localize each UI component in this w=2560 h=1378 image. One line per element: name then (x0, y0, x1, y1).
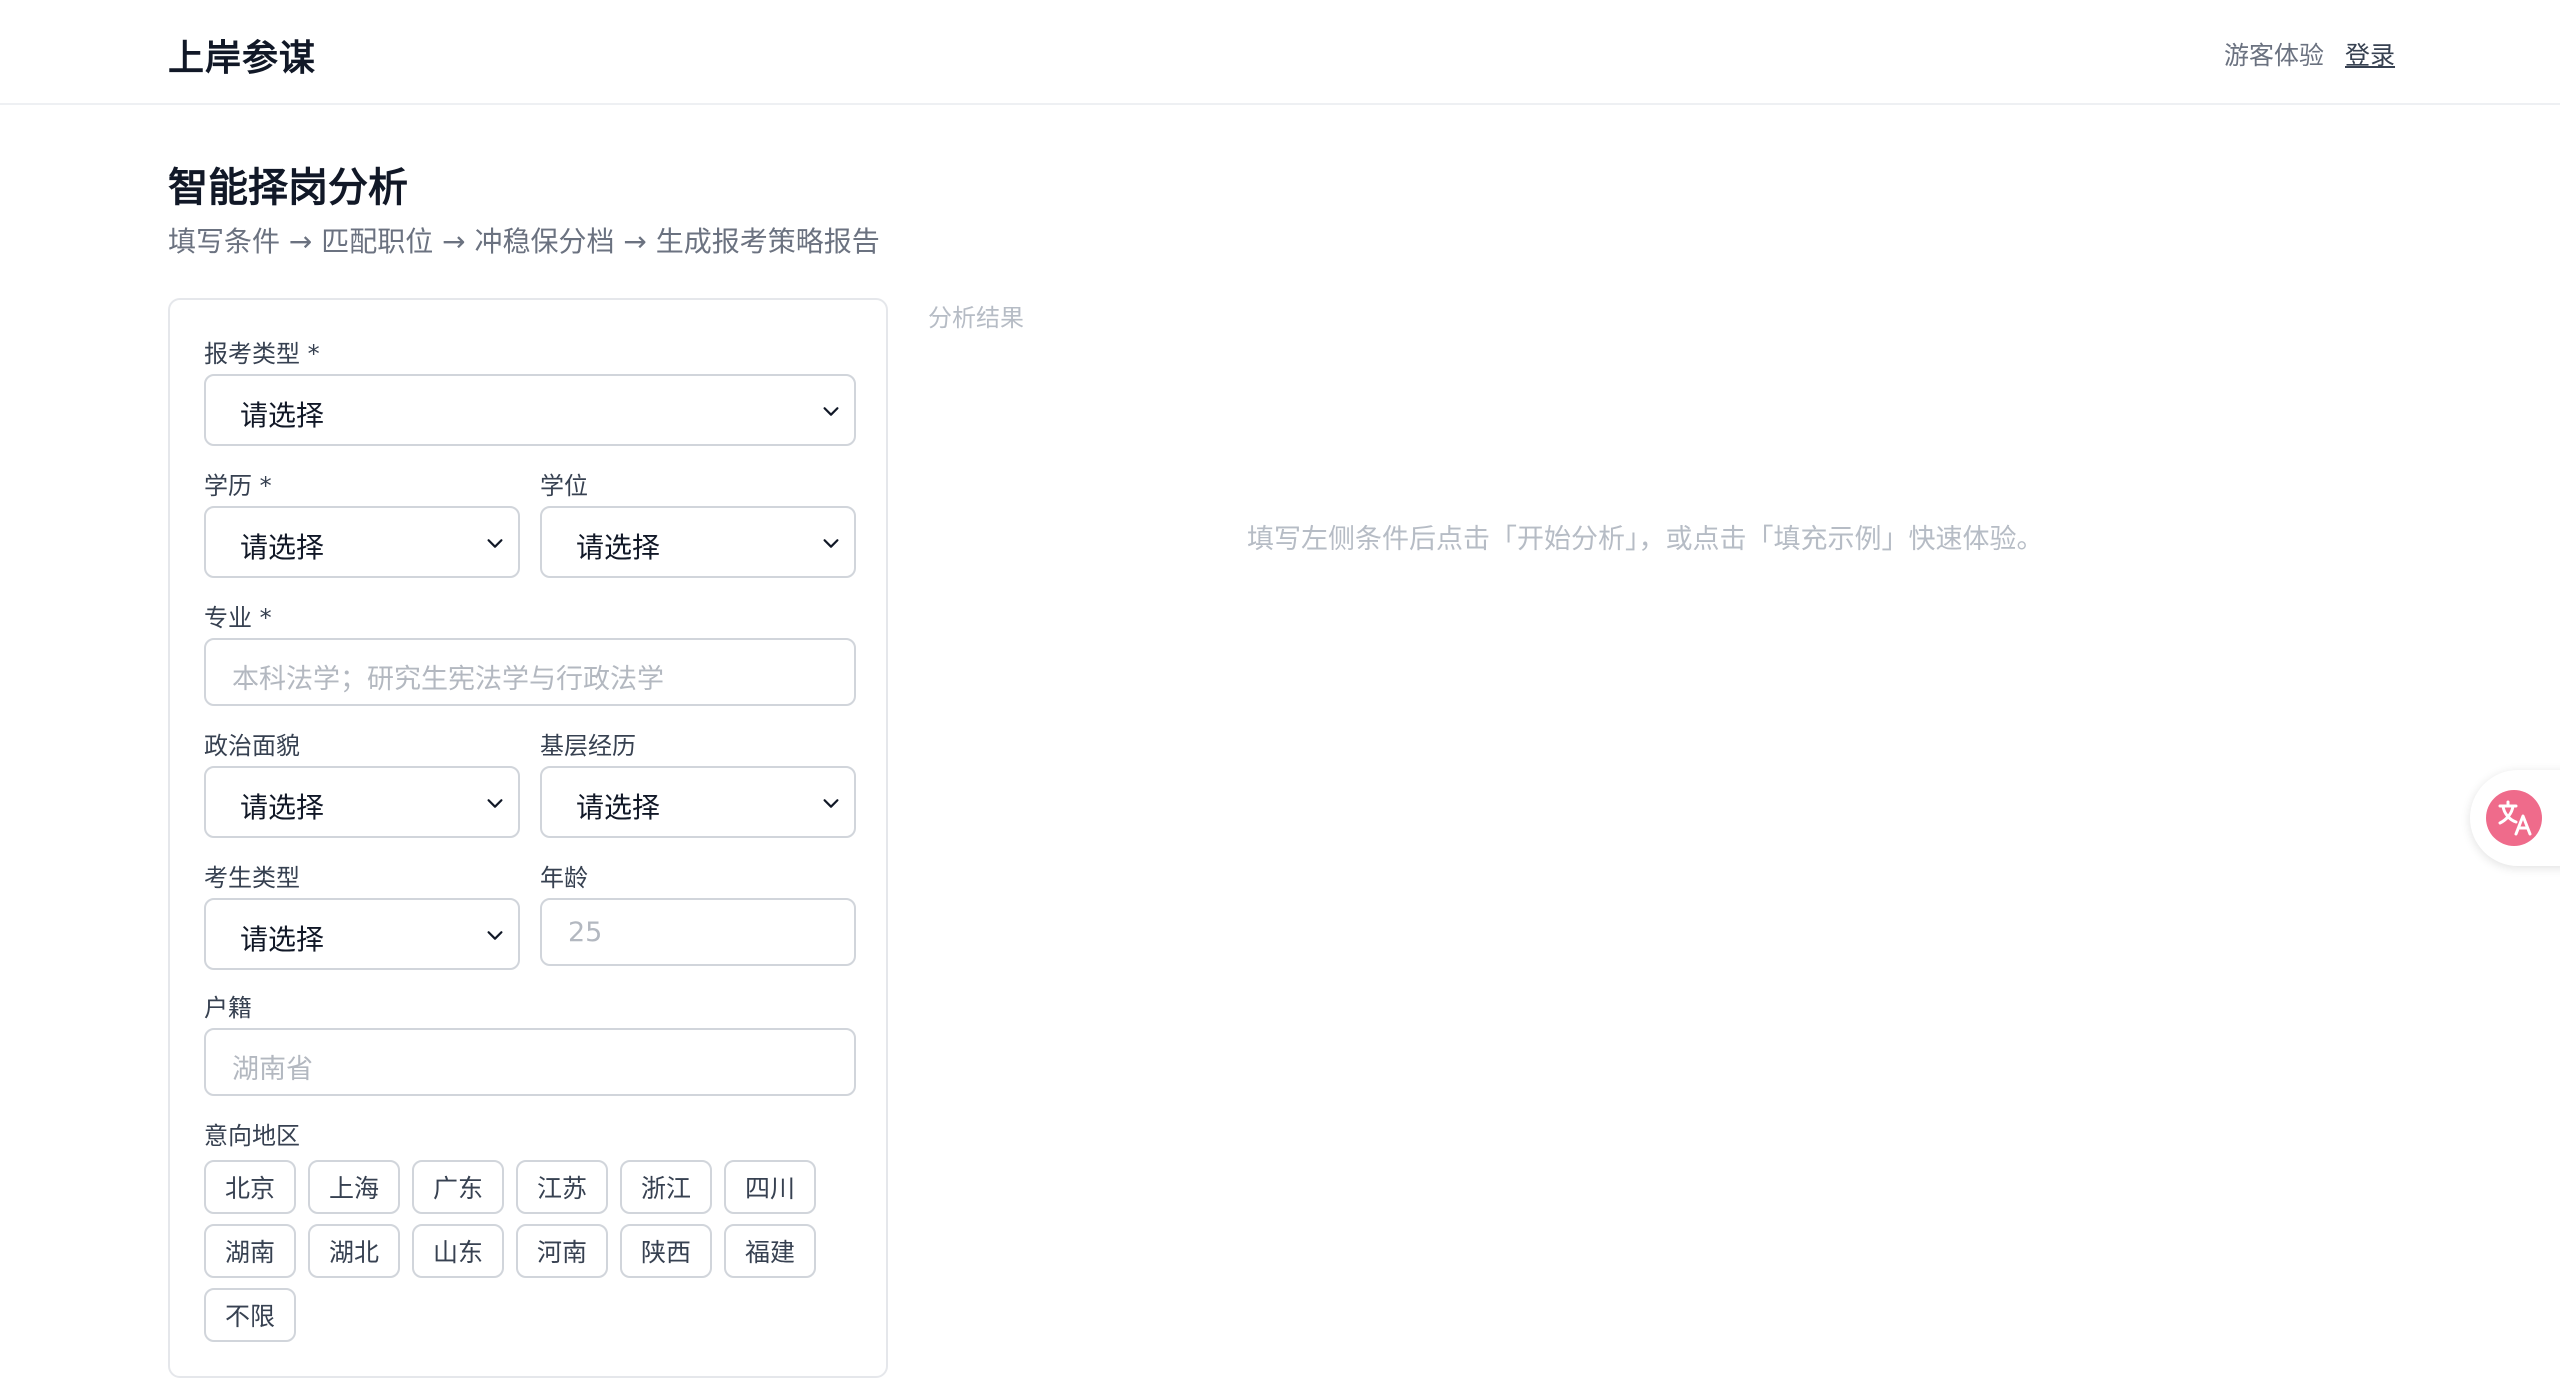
region-chip-shanghai[interactable]: 上海 (308, 1160, 400, 1214)
political-status-label: 政治面貌 (204, 732, 300, 760)
household-placeholder: 湖南省 (232, 1054, 313, 1085)
education-value: 请选择 (240, 531, 325, 564)
region-chip-shandong[interactable]: 山东 (412, 1224, 504, 1278)
page-title: 智能择岗分析 (168, 165, 408, 211)
grassroots-experience-value: 请选择 (576, 791, 661, 824)
region-chip-henan[interactable]: 河南 (516, 1224, 608, 1278)
grassroots-experience-select[interactable]: 请选择 (540, 766, 856, 838)
degree-value: 请选择 (576, 531, 661, 564)
household-label: 户籍 (204, 994, 252, 1022)
page-subtitle: 填写条件 → 匹配职位 → 冲稳保分档 → 生成报考策略报告 (168, 225, 880, 258)
region-chip-fujian[interactable]: 福建 (724, 1224, 816, 1278)
degree-select[interactable]: 请选择 (540, 506, 856, 578)
candidate-type-select[interactable]: 请选择 (204, 898, 520, 970)
candidate-type-label: 考生类型 (204, 864, 300, 892)
major-placeholder: 本科法学；研究生宪法学与行政法学 (232, 664, 664, 695)
age-input[interactable]: 25 (540, 898, 856, 966)
chevron-down-icon (487, 931, 503, 940)
translate-glyph-icon (2498, 800, 2532, 836)
chevron-down-icon (823, 799, 839, 808)
guest-experience-link[interactable]: 游客体验 (2224, 36, 2324, 72)
region-chip-shaanxi[interactable]: 陕西 (620, 1224, 712, 1278)
household-input[interactable]: 湖南省 (204, 1028, 856, 1096)
education-label: 学历 * (204, 472, 272, 500)
top-navigation-bar: 上岸参谋 游客体验 登录 (0, 0, 2560, 105)
major-label: 专业 * (204, 604, 272, 632)
chevron-down-icon (487, 799, 503, 808)
result-section-label: 分析结果 (928, 304, 1024, 332)
age-placeholder: 25 (568, 917, 603, 948)
chevron-down-icon (823, 407, 839, 416)
grassroots-experience-label: 基层经历 (540, 732, 636, 760)
education-select[interactable]: 请选择 (204, 506, 520, 578)
translate-icon (2486, 790, 2542, 846)
political-status-select[interactable]: 请选择 (204, 766, 520, 838)
region-chip-hunan[interactable]: 湖南 (204, 1224, 296, 1278)
exam-type-value: 请选择 (240, 399, 325, 432)
region-chip-zhejiang[interactable]: 浙江 (620, 1160, 712, 1214)
region-chip-guangdong[interactable]: 广东 (412, 1160, 504, 1214)
region-chip-hubei[interactable]: 湖北 (308, 1224, 400, 1278)
candidate-type-value: 请选择 (240, 923, 325, 956)
chevron-down-icon (487, 539, 503, 548)
result-empty-state: 填写左侧条件后点击「开始分析」，或点击「填充示例」快速体验。 (1247, 524, 2044, 555)
region-chip-beijing[interactable]: 北京 (204, 1160, 296, 1214)
analysis-form-card: 报考类型 * 请选择 学历 * 请选择 学位 请选择 专业 * 本科法学；研究生… (168, 298, 888, 1378)
region-chip-unlimited[interactable]: 不限 (204, 1288, 296, 1342)
exam-type-label: 报考类型 * (204, 340, 320, 368)
login-link[interactable]: 登录 (2345, 36, 2395, 72)
region-chip-sichuan[interactable]: 四川 (724, 1160, 816, 1214)
degree-label: 学位 (540, 472, 588, 500)
chevron-down-icon (823, 539, 839, 548)
brand-logo-text[interactable]: 上岸参谋 (168, 29, 316, 81)
political-status-value: 请选择 (240, 791, 325, 824)
region-chip-jiangsu[interactable]: 江苏 (516, 1160, 608, 1214)
major-input[interactable]: 本科法学；研究生宪法学与行政法学 (204, 638, 856, 706)
exam-type-select[interactable]: 请选择 (204, 374, 856, 446)
regions-label: 意向地区 (204, 1122, 300, 1150)
age-label: 年龄 (540, 864, 588, 892)
floating-translate-button[interactable] (2470, 770, 2560, 866)
